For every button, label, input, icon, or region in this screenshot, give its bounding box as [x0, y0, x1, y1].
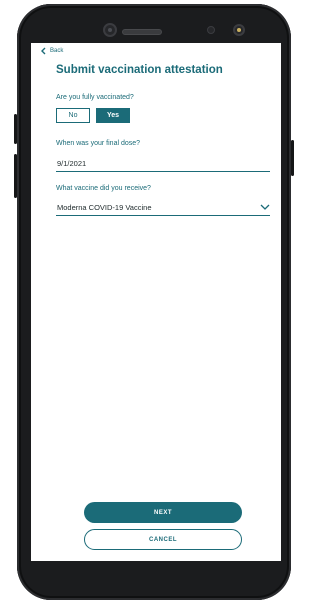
side-key	[291, 140, 294, 176]
back-label: Back	[50, 48, 64, 54]
back-link[interactable]: Back	[39, 47, 63, 55]
power-button	[14, 114, 17, 144]
secondary-camera-icon	[233, 24, 245, 36]
vaccine-selected-value: Moderna COVID-19 Vaccine	[57, 202, 152, 212]
vaccine-question-label: What vaccine did you receive?	[56, 185, 151, 192]
proximity-sensor-icon	[207, 26, 215, 34]
phone-frame: Back Submit vaccination attestation Are …	[14, 4, 294, 600]
option-yes-button[interactable]: Yes	[96, 108, 130, 123]
vaccine-select[interactable]: Moderna COVID-19 Vaccine	[56, 199, 270, 216]
chevron-down-icon	[260, 203, 270, 211]
final-dose-question-label: When was your final dose?	[56, 140, 141, 147]
final-dose-date-value: 9/1/2021	[57, 158, 87, 168]
front-camera-icon	[103, 23, 117, 37]
app-screen: Back Submit vaccination attestation Are …	[31, 43, 281, 561]
option-no-button[interactable]: No	[56, 108, 90, 123]
page-title: Submit vaccination attestation	[56, 64, 223, 76]
final-dose-date-field[interactable]: 9/1/2021	[56, 155, 270, 172]
cancel-button[interactable]: CANCEL	[84, 529, 242, 550]
vaccinated-toggle: No Yes	[56, 108, 130, 123]
chevron-left-icon	[39, 47, 47, 55]
earpiece-speaker	[122, 29, 162, 35]
vaccinated-question-label: Are you fully vaccinated?	[56, 94, 134, 101]
volume-button	[14, 154, 17, 198]
next-button[interactable]: NEXT	[84, 502, 242, 523]
